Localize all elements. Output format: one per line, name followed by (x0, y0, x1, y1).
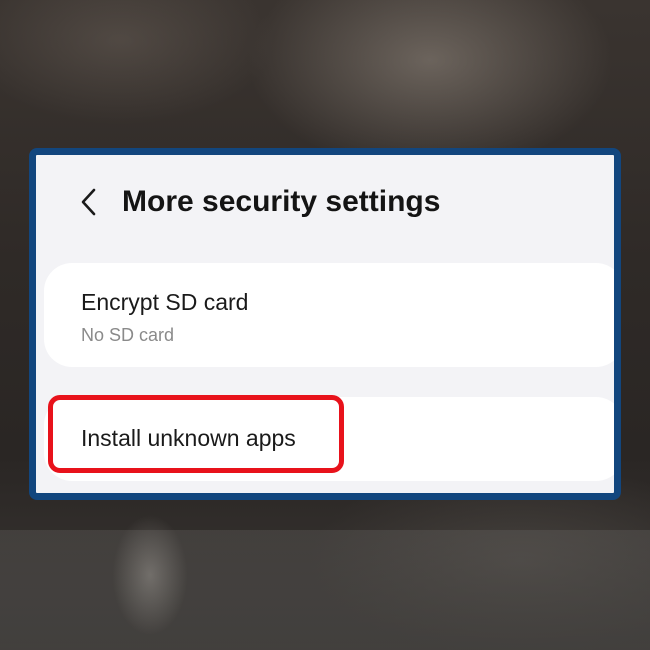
settings-screen: More security settings Encrypt SD card N… (29, 148, 621, 500)
background-player (95, 500, 205, 650)
list-item-subtitle: No SD card (81, 325, 175, 345)
page-title: More security settings (122, 185, 441, 218)
list-item-title: Encrypt SD card (81, 289, 249, 315)
chevron-left-icon (72, 177, 108, 227)
list-item-encrypt-sd-card[interactable]: Encrypt SD card No SD card (44, 263, 614, 367)
list-item-install-unknown-apps[interactable]: Install unknown apps (44, 397, 614, 481)
app-header: More security settings (36, 155, 614, 250)
list-item-title: Install unknown apps (81, 425, 296, 451)
back-button[interactable] (72, 177, 108, 227)
